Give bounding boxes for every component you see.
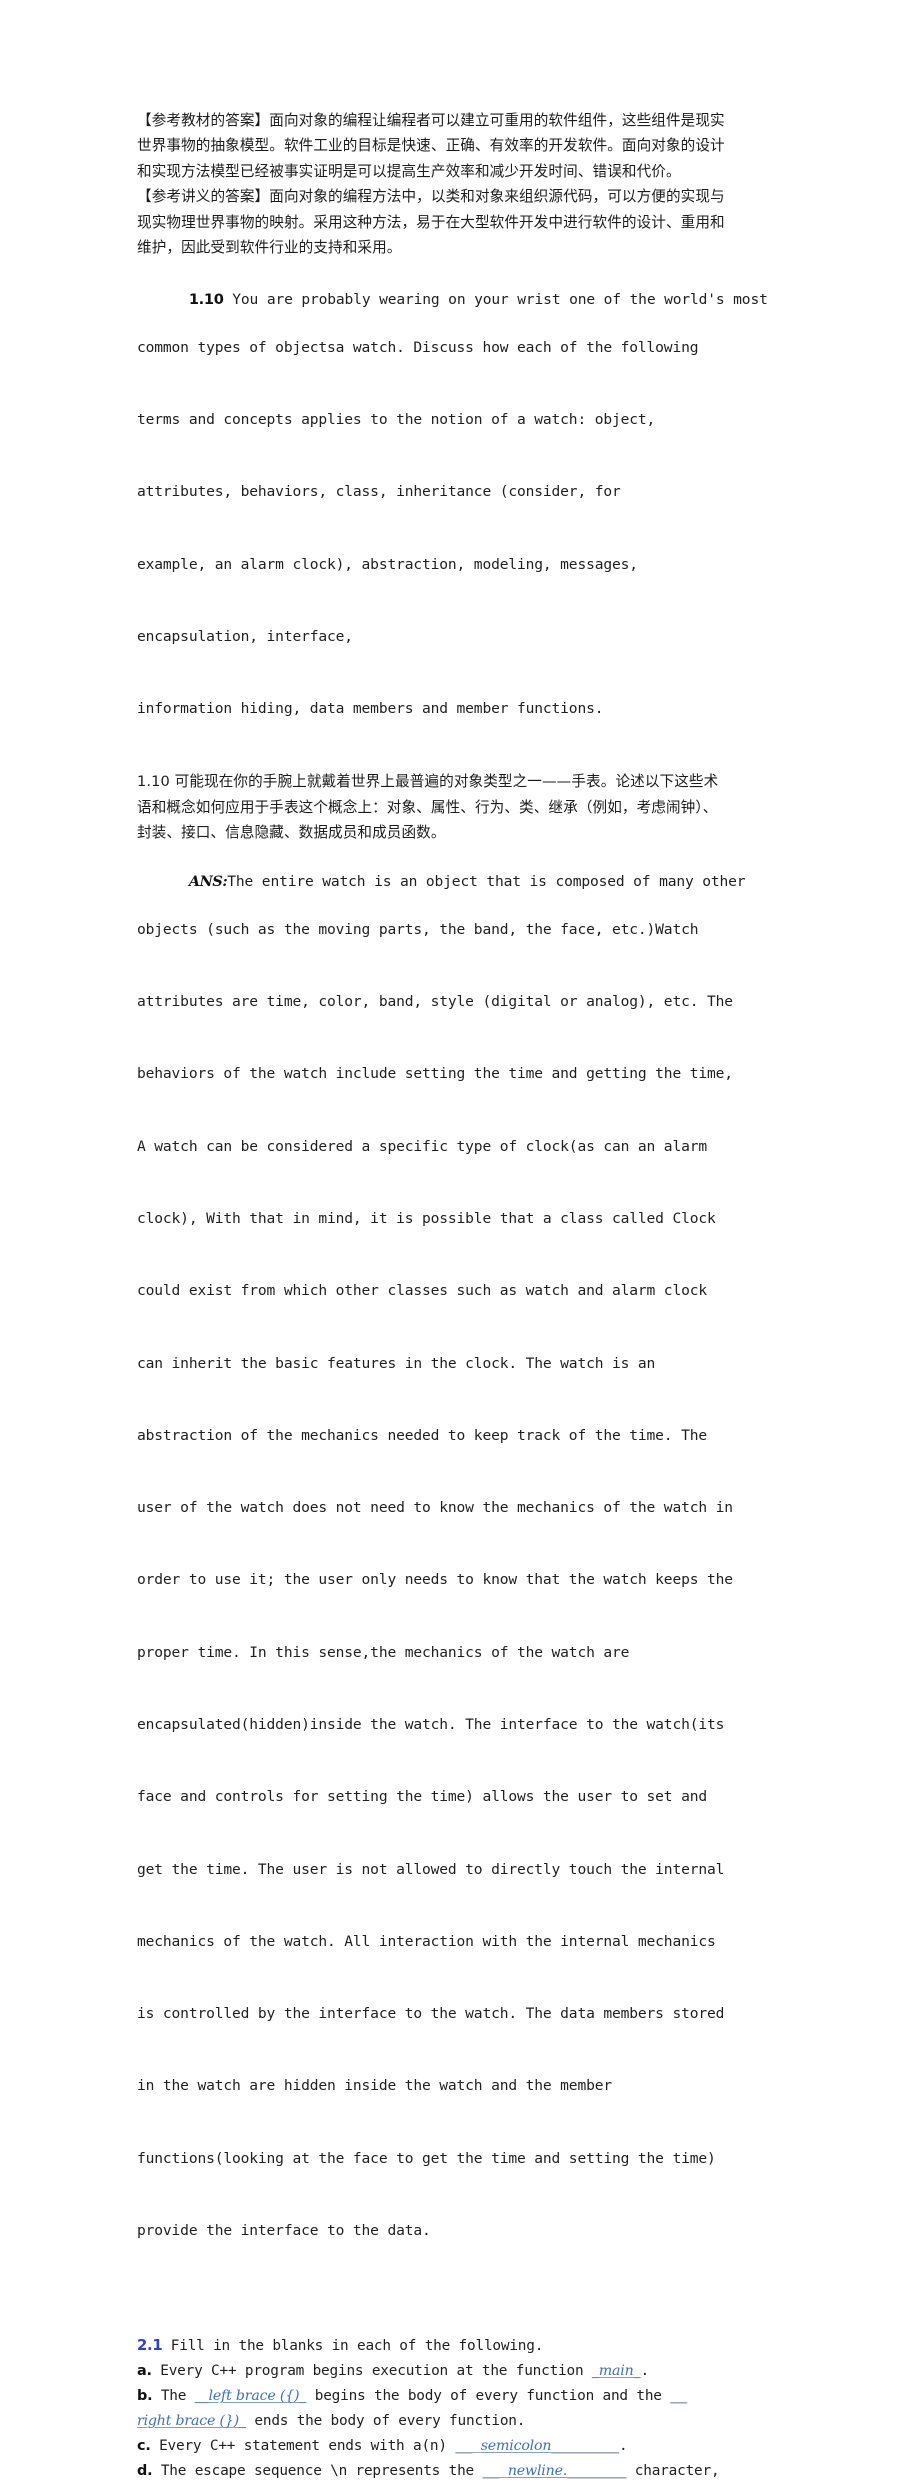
item-c-rule-2: ________ — [551, 2438, 620, 2455]
item-letter-d: d. — [137, 2463, 153, 2480]
question-2-1-block: 2.1 Fill in the blanks in each of the fo… — [137, 2333, 787, 2484]
question-1-10-line-4: example, an alarm clock), abstraction, m… — [137, 555, 638, 573]
question-2-1-number: 2.1 — [137, 2337, 163, 2355]
answer-1-10-line-0: The entire watch is an object that is co… — [227, 872, 746, 890]
question-1-10-cn-line-1: 1.10 可能现在你的手腕上就戴着世界上最普遍的对象类型之一——手表。论述以下这… — [137, 773, 719, 791]
question-1-10-block: 1.10 You are probably wearing on your wr… — [137, 263, 787, 769]
item-b-post-text: ends the body of every function. — [245, 2413, 526, 2430]
question-1-10-chinese-block: 1.10 可能现在你的手腕上就戴着世界上最普遍的对象类型之一——手表。论述以下这… — [137, 769, 787, 845]
item-letter-a: a. — [137, 2363, 152, 2380]
answer-1-10-line-14: get the time. The user is not allowed to… — [137, 1860, 725, 1878]
answer-1-10-block: ANS:The entire watch is an object that i… — [137, 846, 787, 2292]
item-a-blank-answer[interactable]: _main_ — [592, 2363, 641, 2379]
question-1-10-line-3: attributes, behaviors, class, inheritanc… — [137, 483, 621, 501]
answer-1-10-line-16: is controlled by the interface to the wa… — [137, 2005, 725, 2023]
question-1-10-cn-line-2: 语和概念如何应用于手表这个概念上：对象、属性、行为、类、继承（例如，考虑闹钟）、 — [137, 798, 718, 816]
item-letter-c: c. — [137, 2438, 151, 2455]
item-d-rule-1: __ — [482, 2463, 508, 2480]
item-d-rule-2: _______ — [567, 2463, 627, 2480]
lecture-answer-line-3: 维护，因此受到软件行业的支持和采用。 — [137, 239, 402, 257]
item-b-rule-1: __ — [670, 2388, 688, 2405]
answer-1-10-line-6: could exist from which other classes suc… — [137, 1282, 707, 1300]
question-1-10-line-0: You are probably wearing on your wrist o… — [223, 290, 768, 308]
question-2-1-prompt: Fill in the blanks in each of the follow… — [162, 2338, 544, 2355]
answer-1-10-line-7: can inherit the basic features in the cl… — [137, 1354, 656, 1372]
answer-1-10-line-13: face and controls for setting the time) … — [137, 1788, 707, 1806]
item-letter-b: b. — [137, 2388, 153, 2405]
answer-1-10-line-2: attributes are time, color, band, style … — [137, 993, 733, 1011]
answer-label: ANS: — [188, 872, 228, 890]
textbook-answer-line-3: 和实现方法模型已经被事实证明是可以提高生产效率和减少开发时间、错误和代价。 — [137, 162, 681, 180]
question-2-1-item-a: a. Every C++ program begins execution at… — [137, 2359, 787, 2384]
item-c-post-text: . — [619, 2438, 628, 2455]
item-d-blank-answer[interactable]: newline. — [508, 2463, 567, 2479]
item-b-mid-text: begins the body of every function and th… — [306, 2388, 671, 2405]
answer-1-10-line-18: functions(looking at the face to get the… — [137, 2149, 716, 2167]
item-d-post-text: character, — [626, 2463, 720, 2480]
answer-1-10-line-11: proper time. In this sense,the mechanics… — [137, 1643, 630, 1661]
question-1-10-line-5: encapsulation, interface, — [137, 627, 353, 645]
lecture-answer-line-1: 【参考讲义的答案】面向对象的编程方法中，以类和对象来组织源代码，可以方便的实现与 — [137, 188, 725, 206]
question-2-1-item-d: d. The escape sequence \n represents the… — [137, 2459, 787, 2484]
reference-lecture-answer-paragraph: 【参考讲义的答案】面向对象的编程方法中，以类和对象来组织源代码，可以方便的实现与… — [137, 184, 787, 260]
item-c-pre-text: Every C++ statement ends with a(n) — [150, 2438, 456, 2455]
answer-1-10-line-15: mechanics of the watch. All interaction … — [137, 1932, 716, 1950]
document-page: 【参考教材的答案】面向对象的编程让编程者可以建立可重用的软件组件，这些组件是现实… — [0, 0, 920, 2479]
item-a-post-text: . — [640, 2363, 649, 2380]
question-1-10-line-2: terms and concepts applies to the notion… — [137, 411, 656, 428]
question-2-1-item-c: c. Every C++ statement ends with a(n) __… — [137, 2434, 787, 2459]
answer-1-10-line-10: order to use it; the user only needs to … — [137, 1571, 733, 1589]
answer-1-10-line-9: user of the watch does not need to know … — [137, 1499, 733, 1517]
page-content: 【参考教材的答案】面向对象的编程让编程者可以建立可重用的软件组件，这些组件是现实… — [137, 108, 787, 2484]
reference-textbook-answer-paragraph: 【参考教材的答案】面向对象的编程让编程者可以建立可重用的软件组件，这些组件是现实… — [137, 108, 787, 184]
answer-1-10-line-12: encapsulated(hidden)inside the watch. Th… — [137, 1716, 725, 1733]
answer-1-10-line-1: objects (such as the moving parts, the b… — [137, 920, 699, 938]
textbook-answer-line-1: 【参考教材的答案】面向对象的编程让编程者可以建立可重用的软件组件，这些组件是现实 — [137, 112, 725, 129]
item-a-pre-text: Every C++ program begins execution at th… — [151, 2363, 592, 2380]
lecture-answer-line-2: 现实物理世界事物的映射。采用这种方法，易于在大型软件开发中进行软件的设计、重用和 — [137, 213, 725, 231]
item-d-pre-text: The escape sequence \n represents the — [152, 2463, 483, 2480]
item-c-rule-1: __ — [455, 2438, 481, 2455]
item-b-blank-answer-1[interactable]: __left brace ({)_ — [195, 2388, 307, 2404]
question-1-10-number: 1.10 — [188, 290, 224, 308]
item-b-blank-answer-2[interactable]: right brace (})_ — [137, 2413, 246, 2429]
item-c-blank-answer[interactable]: semicolon — [481, 2438, 552, 2454]
answer-1-10-line-3: behaviors of the watch include setting t… — [137, 1065, 733, 1083]
question-1-10-line-1: common types of objectsa watch. Discuss … — [137, 338, 699, 356]
question-1-10-line-6: information hiding, data members and mem… — [137, 700, 604, 718]
answer-1-10-line-19: provide the interface to the data. — [137, 2221, 431, 2239]
question-2-1-item-b: b. The __left brace ({)_ begins the body… — [137, 2384, 787, 2434]
answer-1-10-line-4: A watch can be considered a specific typ… — [137, 1137, 707, 1155]
answer-1-10-line-17: in the watch are hidden inside the watch… — [137, 2077, 612, 2095]
question-1-10-cn-line-3: 封装、接口、信息隐藏、数据成员和成员函数。 — [137, 824, 446, 842]
answer-1-10-line-8: abstraction of the mechanics needed to k… — [137, 1426, 707, 1444]
textbook-answer-line-2: 世界事物的抽象模型。软件工业的目标是快速、正确、有效率的开发软件。面向对象的设计 — [137, 137, 725, 155]
answer-1-10-line-5: clock), With that in mind, it is possibl… — [137, 1210, 716, 1228]
item-b-pre-text: The — [152, 2388, 195, 2405]
question-2-1-heading: 2.1 Fill in the blanks in each of the fo… — [137, 2333, 787, 2359]
